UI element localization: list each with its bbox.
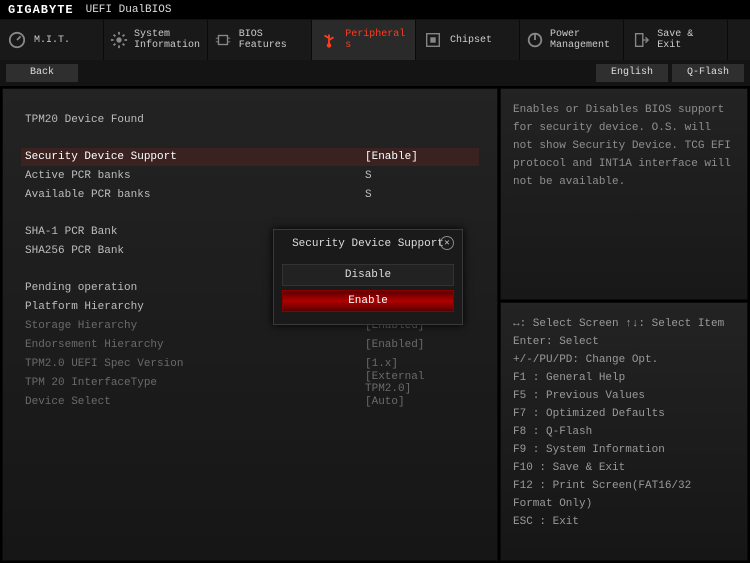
setting-value: [Enabled] [365,339,475,351]
bios-label: UEFI DualBIOS [86,4,172,16]
setting-name: Device Select [25,396,365,408]
brand-logo: GIGABYTE [8,3,74,17]
popup-option-enable[interactable]: Enable [282,290,454,312]
tab-label: Power Management [550,29,617,51]
power-icon [526,29,544,51]
exit-icon [630,29,651,51]
setting-name: TPM2.0 UEFI Spec Version [25,358,365,370]
key-hint: F8 : Q-Flash [513,423,735,441]
language-button[interactable]: English [596,64,668,82]
top-bar: GIGABYTE UEFI DualBIOS [0,0,750,20]
tab-label: BIOS Features [239,29,305,51]
key-hint: F7 : Optimized Defaults [513,405,735,423]
key-hint: ↔: Select Screen ↑↓: Select Item [513,315,735,333]
section-header: TPM20 Device Found [21,111,479,129]
tab-label: Chipset [450,35,492,46]
key-hint: ESC : Exit [513,513,735,531]
header-text: TPM20 Device Found [25,114,365,126]
close-icon[interactable]: ✕ [440,236,454,250]
option-popup: Security Device Support ✕ Disable Enable [273,229,463,325]
tab-label: System Information [134,29,201,51]
key-hints-panel: ↔: Select Screen ↑↓: Select ItemEnter: S… [500,302,748,561]
key-hint: F1 : General Help [513,369,735,387]
help-panel: Enables or Disables BIOS support for sec… [500,88,748,300]
setting-row[interactable]: Active PCR banksS [21,167,479,185]
usb-icon [318,29,339,51]
setting-row[interactable]: Endorsement Hierarchy[Enabled] [21,336,479,354]
setting-row[interactable]: TPM 20 InterfaceType[External TPM2.0] [21,374,479,392]
board-icon [422,29,444,51]
setting-value: [1.x] [365,358,475,370]
popup-option-disable[interactable]: Disable [282,264,454,286]
setting-row[interactable]: Device Select[Auto] [21,393,479,411]
main-panel: TPM20 Device Found Security Device Suppo… [2,88,498,561]
tab-bios-features[interactable]: BIOS Features [208,20,312,60]
key-hint: +/-/PU/PD: Change Opt. [513,351,735,369]
setting-row[interactable]: Available PCR banksS [21,186,479,204]
setting-value: S [365,189,475,201]
tab-label: Peripherals [345,29,409,51]
setting-value: [External TPM2.0] [365,371,475,395]
key-hint: Enter: Select [513,333,735,351]
popup-title-bar: Security Device Support ✕ [282,238,454,250]
setting-value: [Enable] [365,151,475,163]
tab-peripherals[interactable]: Peripherals [312,20,416,60]
tab-system-info[interactable]: System Information [104,20,208,60]
key-hint: F12 : Print Screen(FAT16/32 Format Only) [513,477,735,513]
setting-row[interactable]: Security Device Support[Enable] [21,148,479,166]
tab-label: M.I.T. [34,35,70,46]
sub-bar: Back English Q-Flash [0,60,750,86]
tab-label: Save & Exit [657,29,721,51]
setting-name: Active PCR banks [25,170,365,182]
setting-name: Endorsement Hierarchy [25,339,365,351]
tab-save-exit[interactable]: Save & Exit [624,20,728,60]
gauge-icon [6,29,28,51]
setting-value: [Auto] [365,396,475,408]
gear-icon [110,29,128,51]
setting-name: TPM 20 InterfaceType [25,377,365,389]
key-hint: F5 : Previous Values [513,387,735,405]
back-button[interactable]: Back [6,64,78,82]
qflash-button[interactable]: Q-Flash [672,64,744,82]
key-hint: F10 : Save & Exit [513,459,735,477]
tab-bar: M.I.T. System Information BIOS Features … [0,20,750,60]
setting-name: Available PCR banks [25,189,365,201]
tab-power[interactable]: Power Management [520,20,624,60]
tab-chipset[interactable]: Chipset [416,20,520,60]
tab-mit[interactable]: M.I.T. [0,20,104,60]
key-hint: F9 : System Information [513,441,735,459]
setting-value: S [365,170,475,182]
chip-icon [214,29,233,51]
setting-name: Security Device Support [25,151,365,163]
popup-title: Security Device Support [292,238,444,250]
